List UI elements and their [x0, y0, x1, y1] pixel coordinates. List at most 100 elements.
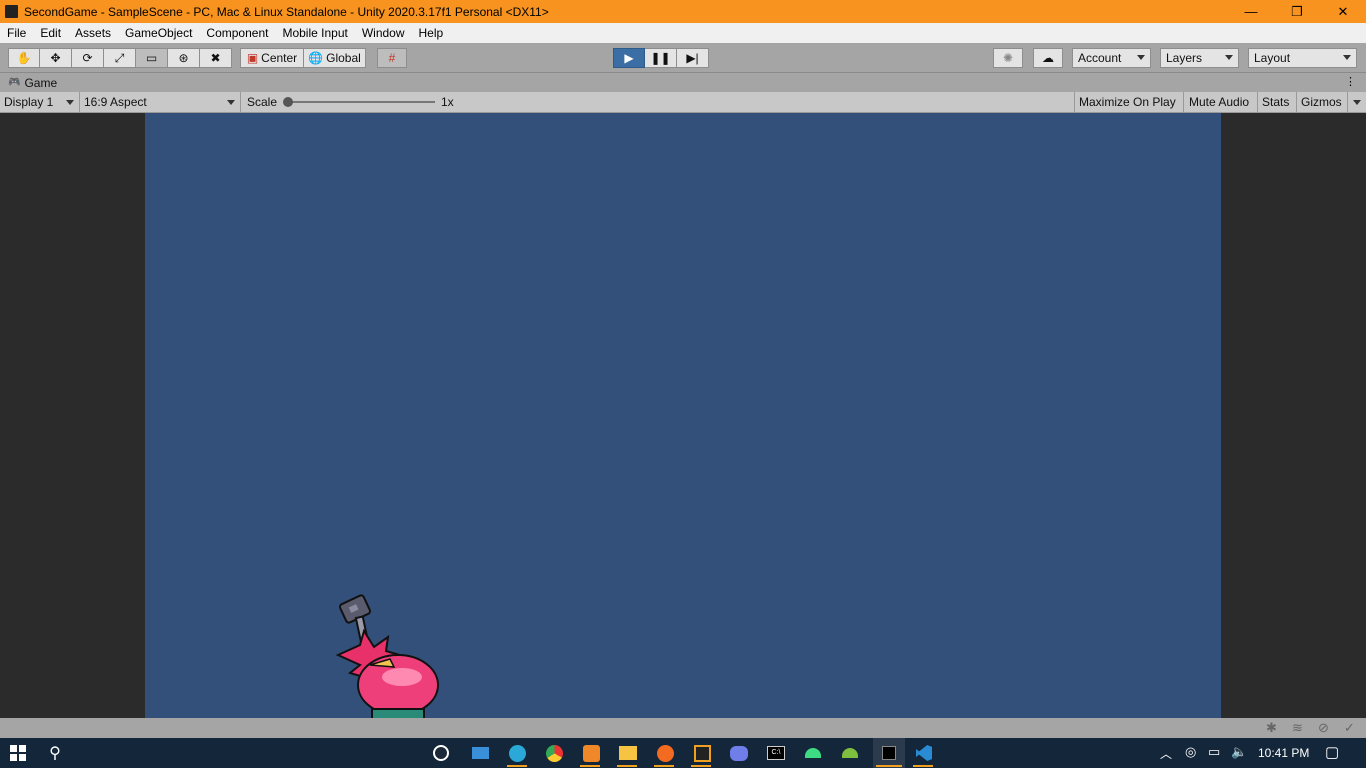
- edge-icon[interactable]: [503, 741, 531, 765]
- display-dropdown[interactable]: Display 1: [0, 92, 80, 112]
- custom-tools-icon[interactable]: ✖: [200, 48, 232, 68]
- steam-icon[interactable]: [427, 741, 455, 765]
- menu-bar: File Edit Assets GameObject Component Mo…: [0, 23, 1366, 43]
- search-icon[interactable]: ⚲: [41, 741, 69, 765]
- collab-group: ✺: [993, 48, 1023, 68]
- scale-icon[interactable]: ⤢: [104, 48, 136, 68]
- transform-icon[interactable]: ⊛: [168, 48, 200, 68]
- panel-menu-icon[interactable]: ⋮: [1345, 75, 1356, 88]
- space-global-button[interactable]: 🌐 Global: [304, 48, 366, 68]
- menu-edit[interactable]: Edit: [33, 26, 68, 40]
- maximize-on-play-toggle[interactable]: Maximize On Play: [1074, 92, 1184, 112]
- restore-button[interactable]: ❐: [1274, 0, 1320, 23]
- display-label: Display 1: [4, 95, 54, 109]
- scale-control: Scale 1x: [241, 92, 471, 112]
- menu-file[interactable]: File: [0, 26, 33, 40]
- pivot-label: Center: [261, 51, 298, 65]
- move-icon[interactable]: ✥: [40, 48, 72, 68]
- clock-time[interactable]: 10:41 PM: [1258, 746, 1309, 760]
- running-indicator: [580, 765, 600, 767]
- android-studio-icon-2[interactable]: [836, 741, 864, 765]
- transform-tools: ✋ ✥ ⟳ ⤢ ▭ ⊛ ✖: [8, 48, 232, 68]
- globe-icon: 🌐: [308, 51, 324, 65]
- chevron-up-icon[interactable]: ︿: [1160, 745, 1172, 762]
- battery-icon[interactable]: ▭: [1208, 744, 1220, 760]
- mail-icon[interactable]: [466, 741, 494, 765]
- eye-off-icon[interactable]: ⊘: [1318, 720, 1329, 736]
- chevron-down-icon: [1353, 100, 1361, 105]
- step-button[interactable]: ▶|: [677, 48, 709, 68]
- main-toolbar: ✋ ✥ ⟳ ⤢ ▭ ⊛ ✖ ▣ Center 🌐 Global # ▶ ❚❚ ▶…: [0, 43, 1366, 73]
- notifications-icon[interactable]: ▢: [1325, 743, 1339, 761]
- firefox-icon[interactable]: [651, 741, 679, 765]
- close-button[interactable]: ✕: [1320, 0, 1366, 23]
- check-circle-icon[interactable]: ✓: [1344, 720, 1355, 736]
- menu-mobile-input[interactable]: Mobile Input: [275, 26, 354, 40]
- file-explorer-icon[interactable]: [614, 741, 642, 765]
- menu-assets[interactable]: Assets: [68, 26, 118, 40]
- play-controls: ▶ ❚❚ ▶|: [613, 48, 709, 68]
- player-character-sprite: [335, 594, 439, 718]
- account-dropdown[interactable]: Account: [1072, 48, 1151, 68]
- unity-icon[interactable]: [873, 738, 905, 768]
- scale-slider[interactable]: [283, 97, 435, 107]
- scale-label: Scale: [247, 95, 278, 109]
- gizmos-dropdown[interactable]: [1348, 92, 1366, 112]
- play-button[interactable]: ▶: [613, 48, 645, 68]
- terminal-icon[interactable]: C:\: [762, 741, 790, 765]
- game-viewport[interactable]: [145, 113, 1221, 718]
- android-studio-icon[interactable]: [799, 741, 827, 765]
- snap-group: #: [377, 48, 407, 68]
- rotate-icon[interactable]: ⟳: [72, 48, 104, 68]
- space-label: Global: [326, 51, 361, 65]
- running-indicator: [654, 765, 674, 767]
- layout-dropdown[interactable]: Layout: [1248, 48, 1357, 68]
- grid-snap-icon[interactable]: #: [377, 48, 407, 68]
- running-indicator: [876, 765, 902, 767]
- chevron-down-icon: [1137, 55, 1145, 60]
- game-view-toolbar: Display 1 16:9 Aspect Scale 1x Maximize …: [0, 92, 1366, 113]
- running-indicator: [507, 765, 527, 767]
- hand-icon[interactable]: ✋: [8, 48, 40, 68]
- gizmos-toggle[interactable]: Gizmos: [1297, 92, 1348, 112]
- running-indicator: [913, 765, 933, 767]
- aspect-dropdown[interactable]: 16:9 Aspect: [80, 92, 241, 112]
- window-title: SecondGame - SampleScene - PC, Mac & Lin…: [24, 4, 549, 19]
- menu-gameobject[interactable]: GameObject: [118, 26, 199, 40]
- menu-help[interactable]: Help: [412, 26, 451, 40]
- chevron-down-icon: [1225, 55, 1233, 60]
- menu-component[interactable]: Component: [199, 26, 275, 40]
- stats-toggle[interactable]: Stats: [1258, 92, 1297, 112]
- discord-icon[interactable]: [725, 741, 753, 765]
- meet-now-icon[interactable]: ◎: [1185, 744, 1196, 760]
- vscode-icon[interactable]: [910, 741, 938, 765]
- gamepad-icon: 🎮: [8, 77, 21, 88]
- menu-window[interactable]: Window: [355, 26, 412, 40]
- collab-icon[interactable]: ✺: [993, 48, 1023, 68]
- scale-slider-handle[interactable]: [283, 97, 293, 107]
- running-indicator: [691, 765, 711, 767]
- pause-button[interactable]: ❚❚: [645, 48, 677, 68]
- windows-start-icon[interactable]: [4, 741, 32, 765]
- chrome-icon[interactable]: [540, 741, 568, 765]
- tab-game[interactable]: 🎮 Game: [0, 73, 57, 92]
- layers-dropdown[interactable]: Layers: [1160, 48, 1239, 68]
- pivot-group: ▣ Center 🌐 Global: [240, 48, 366, 68]
- rect-tool-icon[interactable]: ▭: [136, 48, 168, 68]
- unity-hub-icon[interactable]: [688, 741, 716, 765]
- pivot-center-button[interactable]: ▣ Center: [240, 48, 304, 68]
- running-indicator: [617, 765, 637, 767]
- panel-tab-row: 🎮 Game ⋮: [0, 73, 1366, 92]
- bug-icon[interactable]: ✱: [1266, 720, 1277, 736]
- minimize-button[interactable]: —: [1228, 0, 1274, 23]
- cloud-icon[interactable]: ☁: [1033, 48, 1063, 68]
- account-label: Account: [1078, 51, 1122, 65]
- windows-taskbar: ⚲ C:\ ︿ ◎ ▭ 🔈 10:41 PM ▢: [0, 738, 1366, 768]
- chevron-down-icon: [66, 100, 74, 105]
- mute-audio-toggle[interactable]: Mute Audio: [1185, 92, 1258, 112]
- layout-label: Layout: [1254, 51, 1291, 65]
- xampp-icon[interactable]: [577, 741, 605, 765]
- volume-icon[interactable]: 🔈: [1231, 744, 1247, 760]
- game-view: [0, 113, 1366, 718]
- layers-stack-icon[interactable]: ≋: [1292, 720, 1303, 736]
